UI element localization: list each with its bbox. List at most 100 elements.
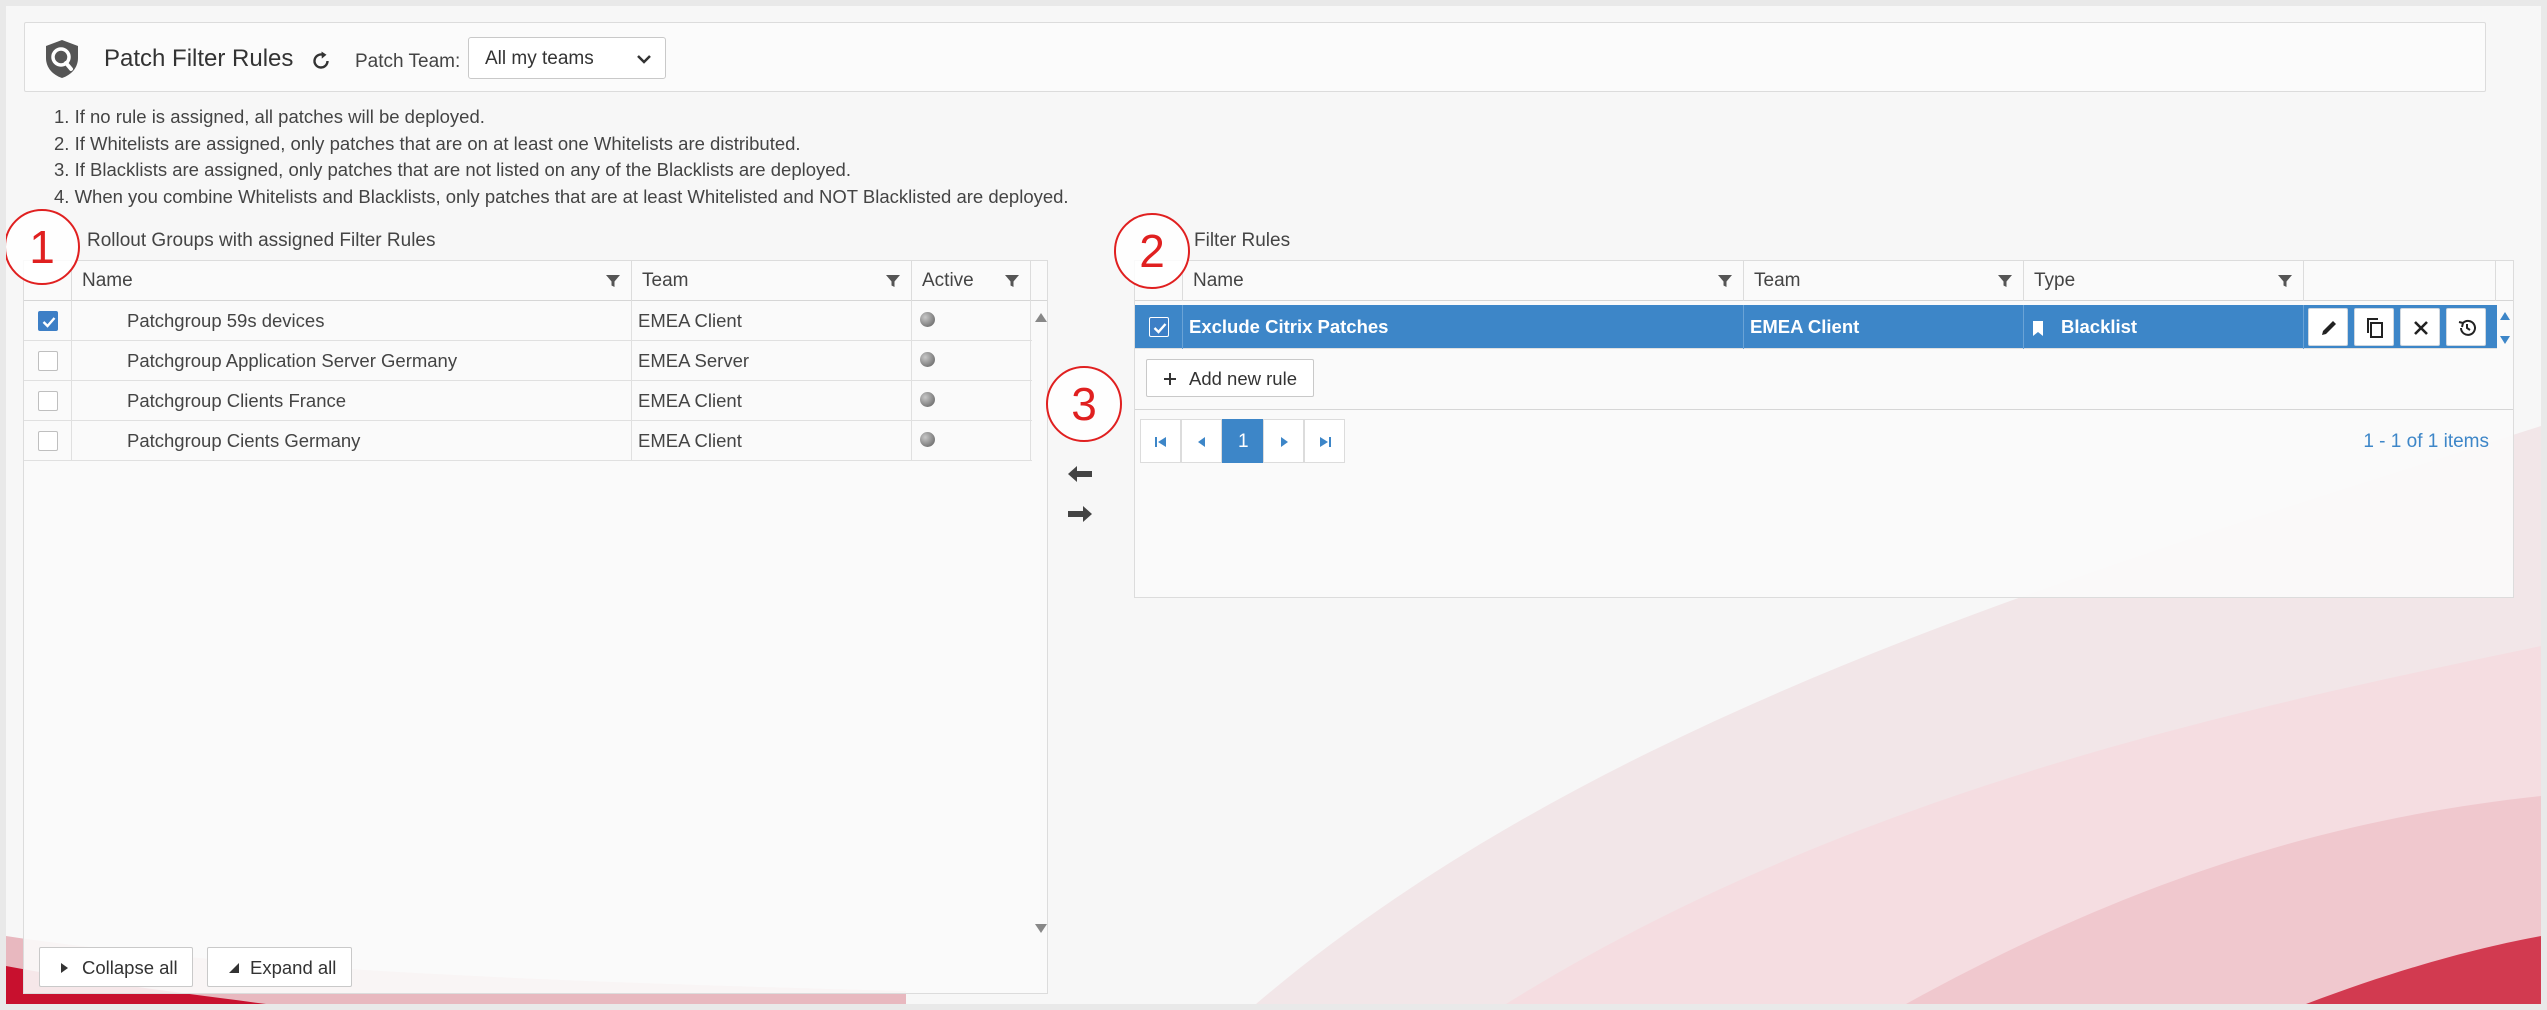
callout-marker: 2: [1114, 213, 1190, 289]
right-panel-title: Filter Rules: [1194, 230, 1291, 251]
first-page-button[interactable]: [1140, 419, 1181, 463]
row-checkbox[interactable]: [38, 391, 58, 411]
group-team: EMEA Client: [638, 390, 742, 411]
column-label: Active: [922, 270, 974, 291]
last-page-icon: [1320, 437, 1331, 447]
column-header-team[interactable]: Team: [632, 261, 912, 301]
caret-left-icon: [1198, 437, 1205, 447]
close-icon: [2414, 321, 2428, 335]
filter-icon[interactable]: [885, 273, 901, 289]
column-label: Team: [1754, 270, 1801, 291]
edit-button[interactable]: [2308, 308, 2348, 346]
patch-team-select[interactable]: All my teams: [468, 37, 666, 79]
column-header-team[interactable]: Team: [1744, 261, 2024, 301]
copy-icon: [2367, 318, 2383, 338]
rule-type: Blacklist: [2061, 316, 2138, 337]
arrow-right-icon[interactable]: [1066, 504, 1094, 524]
shield-search-icon: [46, 40, 78, 78]
caret-right-icon: [61, 963, 68, 973]
add-new-rule-label: Add new rule: [1189, 368, 1297, 389]
history-icon: [2458, 319, 2476, 336]
row-checkbox[interactable]: [38, 431, 58, 451]
filter-icon[interactable]: [1997, 273, 2013, 289]
column-label: Type: [2034, 270, 2076, 291]
note-line: 2. If Whitelists are assigned, only patc…: [54, 132, 801, 154]
column-header-active[interactable]: Active: [912, 261, 1031, 301]
note-line: 1. If no rule is assigned, all patches w…: [54, 106, 485, 127]
note-line: 3. If Blacklists are assigned, only patc…: [54, 159, 851, 180]
actions-column-header: [2304, 261, 2496, 301]
prev-page-button[interactable]: [1181, 419, 1222, 463]
filter-icon[interactable]: [605, 273, 621, 289]
column-label: Name: [1193, 270, 1244, 291]
row-checkbox[interactable]: [1149, 317, 1169, 337]
filter-rules-grid: Name Team Type Exclude Citrix Patches EM…: [1134, 260, 2514, 598]
filter-icon[interactable]: [1004, 273, 1020, 289]
bookmark-icon: [2033, 321, 2043, 336]
app-page: Patch Filter Rules Patch Team: All my te…: [6, 6, 2541, 1004]
expand-all-label: Expand all: [250, 957, 337, 978]
grid-header: Name Team Active: [24, 261, 1047, 301]
next-page-button[interactable]: [1263, 419, 1304, 463]
caret-expand-icon: [229, 963, 239, 973]
group-team: EMEA Client: [638, 310, 742, 331]
column-header-type[interactable]: Type: [2024, 261, 2304, 301]
patch-team-label: Patch Team:: [355, 51, 461, 72]
add-new-rule-button[interactable]: Add new rule: [1146, 359, 1314, 397]
note-line: 4. When you combine Whitelists and Black…: [54, 185, 1069, 207]
scroll-down-icon[interactable]: [1034, 923, 1048, 935]
expand-all-button[interactable]: Expand all: [207, 947, 352, 987]
toolbar: Patch Filter Rules Patch Team: All my te…: [24, 22, 2486, 92]
active-status-icon: [920, 392, 935, 407]
column-label: Name: [82, 270, 133, 291]
table-row[interactable]: Patchgroup Cients Germany EMEA Client: [24, 421, 1032, 461]
callout-marker: 3: [1046, 366, 1122, 442]
column-header-name[interactable]: Name: [1183, 261, 1744, 301]
group-name: Patchgroup Application Server Germany: [127, 350, 458, 371]
patch-team-value: All my teams: [485, 48, 594, 69]
scroll-up-icon[interactable]: [2499, 311, 2511, 321]
column-label: Team: [642, 270, 689, 291]
chevron-down-icon: [637, 55, 651, 64]
active-status-icon: [920, 312, 935, 327]
filter-icon[interactable]: [2277, 273, 2293, 289]
table-row[interactable]: Patchgroup 59s devices EMEA Client: [24, 301, 1032, 341]
filter-icon[interactable]: [1717, 273, 1733, 289]
row-checkbox[interactable]: [38, 311, 58, 331]
page-button-current[interactable]: 1: [1222, 419, 1263, 463]
group-name: Patchgroup Clients France: [127, 390, 347, 411]
collapse-all-label: Collapse all: [82, 957, 178, 978]
table-row-selected[interactable]: Exclude Citrix Patches EMEA Client Black…: [1135, 305, 2497, 349]
rollout-groups-grid: Name Team Active Patchgroup 59s devices …: [23, 260, 1048, 994]
table-row[interactable]: Patchgroup Clients France EMEA Client: [24, 381, 1032, 421]
first-page-icon: [1155, 437, 1166, 447]
plus-icon: [1164, 373, 1176, 385]
delete-button[interactable]: [2400, 308, 2440, 346]
arrow-left-icon[interactable]: [1066, 464, 1094, 484]
group-name: Patchgroup Cients Germany: [127, 430, 361, 451]
rules-notes: 1. If no rule is assigned, all patches w…: [54, 104, 1069, 210]
grid-header: Name Team Type: [1135, 261, 2513, 301]
scroll-up-icon[interactable]: [1034, 311, 1048, 323]
active-status-icon: [920, 352, 935, 367]
callout-marker: 1: [6, 209, 80, 285]
row-checkbox[interactable]: [38, 351, 58, 371]
scroll-down-icon[interactable]: [2499, 335, 2511, 345]
last-page-button[interactable]: [1304, 419, 1345, 463]
table-row[interactable]: Patchgroup Application Server Germany EM…: [24, 341, 1032, 381]
caret-right-icon: [1281, 437, 1288, 447]
active-status-icon: [920, 432, 935, 447]
pencil-icon: [2322, 321, 2336, 335]
refresh-icon[interactable]: [309, 49, 333, 73]
history-button[interactable]: [2446, 308, 2486, 346]
current-page-label: 1: [1238, 431, 1249, 452]
page-title: Patch Filter Rules: [104, 45, 294, 72]
pager-summary: 1 - 1 of 1 items: [2363, 431, 2489, 452]
rule-name: Exclude Citrix Patches: [1189, 316, 1389, 337]
rule-team: EMEA Client: [1750, 316, 1860, 337]
column-header-name[interactable]: Name: [72, 261, 632, 301]
left-panel-title: Rollout Groups with assigned Filter Rule…: [87, 230, 436, 251]
collapse-all-button[interactable]: Collapse all: [39, 947, 193, 987]
group-team: EMEA Server: [638, 350, 750, 371]
copy-button[interactable]: [2354, 308, 2394, 346]
